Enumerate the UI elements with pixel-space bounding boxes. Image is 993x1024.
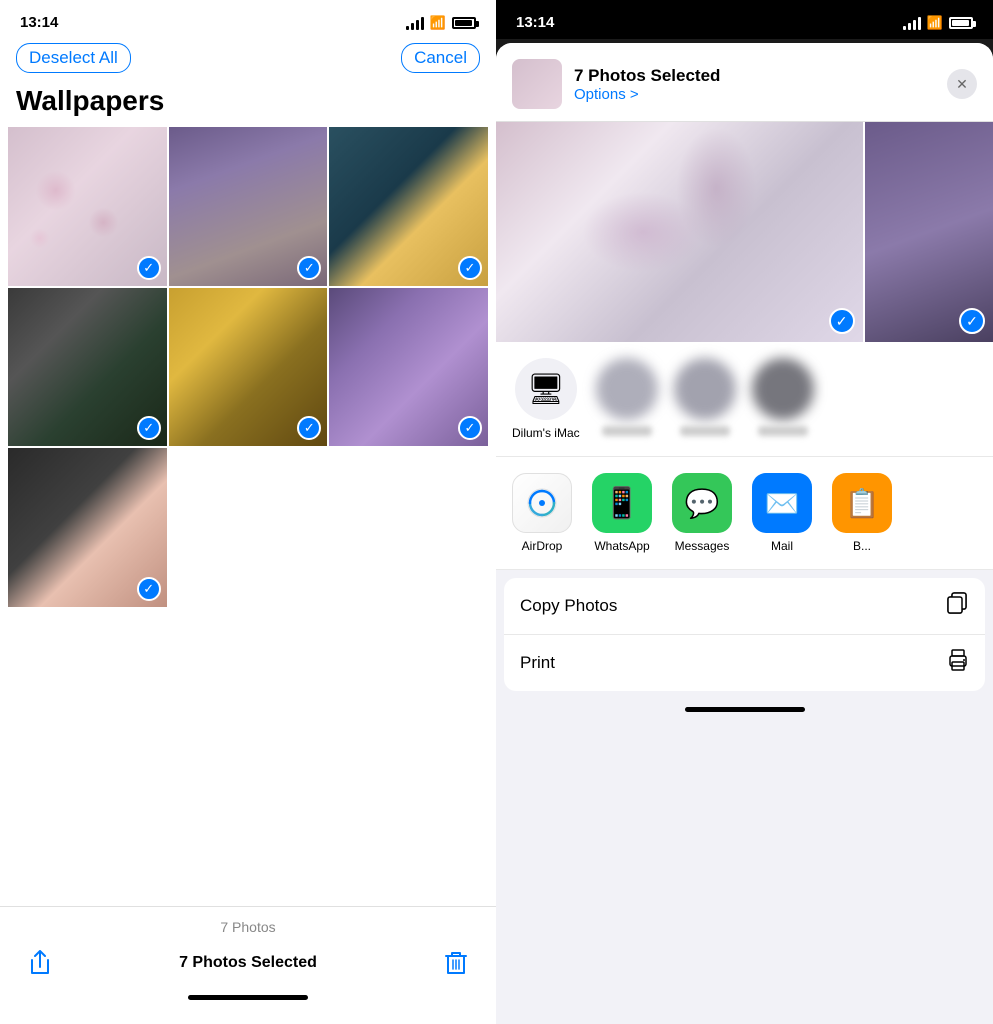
check-badge-5: ✓: [297, 416, 321, 440]
photo-cell-1[interactable]: ✓: [8, 127, 167, 286]
share-icon: [29, 950, 51, 976]
app-item-mail[interactable]: ✉️ Mail: [752, 473, 812, 553]
share-sheet: 7 Photos Selected Options > ✕ ✓ ✓ 🖥 Dilu…: [496, 43, 993, 1024]
airdrop-contacts-section: 🖥 Dilum's iMac: [496, 342, 993, 457]
right-battery-icon: [949, 17, 973, 29]
print-label: Print: [520, 653, 555, 673]
delete-button[interactable]: [436, 943, 476, 983]
right-status-bar: 13:14 📶: [496, 0, 993, 39]
share-button[interactable]: [20, 943, 60, 983]
check-badge-3: ✓: [458, 256, 482, 280]
share-thumbnail: [512, 59, 562, 109]
print-icon: [947, 649, 969, 677]
preview-check-1: ✓: [829, 308, 855, 334]
close-share-button[interactable]: ✕: [947, 69, 977, 99]
left-time: 13:14: [20, 14, 58, 31]
right-signal-icon: [903, 16, 921, 30]
signal-icon: [406, 16, 424, 30]
copy-photos-label: Copy Photos: [520, 596, 617, 616]
photo-cell-2[interactable]: ✓: [169, 127, 328, 286]
left-panel: 13:14 📶 Deselect All Cancel Wallpapers ✓…: [0, 0, 496, 1024]
left-status-bar: 13:14 📶: [0, 0, 496, 39]
wifi-icon: 📶: [430, 15, 446, 31]
copy-photos-action[interactable]: Copy Photos: [504, 578, 985, 635]
blurred-label-2: [680, 426, 730, 436]
right-panel: 13:14 📶 7 Photos Selected Options > ✕ ✓: [496, 0, 993, 1024]
blurred-avatar-3: [752, 358, 814, 420]
app-share-row: AirDrop 📱 WhatsApp 💬 Messages ✉️ Mail: [496, 457, 993, 570]
airdrop-swirl-icon: [526, 487, 558, 519]
messages-icon: 💬: [685, 487, 720, 520]
imac-icon: 🖥: [515, 358, 577, 420]
bottom-bar: 7 Photos 7 Photos Selected: [0, 906, 496, 1024]
share-selected-count: 7 Photos Selected: [574, 66, 935, 86]
deselect-all-button[interactable]: Deselect All: [16, 43, 131, 73]
preview-photo-secondary: ✓: [865, 122, 993, 342]
share-options-button[interactable]: Options >: [574, 86, 935, 103]
check-badge-4: ✓: [137, 416, 161, 440]
selected-count-label: 7 Photos Selected: [60, 954, 436, 972]
app-item-more[interactable]: 📋 B...: [832, 473, 892, 553]
right-time: 13:14: [516, 14, 554, 31]
blurred-avatar-1: [596, 358, 658, 420]
app-item-whatsapp[interactable]: 📱 WhatsApp: [592, 473, 652, 553]
left-status-icons: 📶: [406, 15, 476, 31]
more-label: B...: [853, 539, 871, 553]
blurred-label-1: [602, 426, 652, 436]
mail-label: Mail: [771, 539, 793, 553]
print-action[interactable]: Print: [504, 635, 985, 691]
photo-cell-7[interactable]: ✓: [8, 448, 167, 607]
share-header: 7 Photos Selected Options > ✕: [496, 43, 993, 122]
preview-strip: ✓ ✓: [496, 122, 993, 342]
right-status-icons: 📶: [903, 15, 973, 31]
page-title: Wallpapers: [0, 81, 496, 127]
blurred-contact-2[interactable]: [674, 358, 736, 440]
check-badge-1: ✓: [137, 256, 161, 280]
top-bar: Deselect All Cancel: [0, 39, 496, 81]
blurred-contact-3[interactable]: [752, 358, 814, 440]
right-home-indicator: [685, 707, 805, 712]
share-info: 7 Photos Selected Options >: [574, 66, 935, 103]
blurred-contact-1[interactable]: [596, 358, 658, 440]
close-icon: ✕: [956, 76, 968, 93]
preview-check-2: ✓: [959, 308, 985, 334]
whatsapp-icon: 📱: [603, 486, 640, 521]
mail-app-icon: ✉️: [752, 473, 812, 533]
photo-cell-6[interactable]: ✓: [329, 288, 488, 447]
home-indicator: [188, 995, 308, 1000]
copy-photos-icon: [947, 592, 969, 614]
photo-cell-5[interactable]: ✓: [169, 288, 328, 447]
device-label-imac: Dilum's iMac: [512, 426, 580, 440]
photos-count: 7 Photos: [220, 919, 275, 935]
right-wifi-icon: 📶: [927, 15, 943, 31]
trash-icon: [445, 950, 467, 976]
photo-cell-3[interactable]: ✓: [329, 127, 488, 286]
messages-label: Messages: [675, 539, 730, 553]
whatsapp-app-icon: 📱: [592, 473, 652, 533]
cancel-button[interactable]: Cancel: [401, 43, 480, 73]
photo-cell-4[interactable]: ✓: [8, 288, 167, 447]
check-badge-2: ✓: [297, 256, 321, 280]
airdrop-label: AirDrop: [522, 539, 563, 553]
check-badge-6: ✓: [458, 416, 482, 440]
photo-grid: ✓ ✓ ✓ ✓ ✓ ✓ ✓: [8, 127, 488, 607]
preview-photo-main: ✓: [496, 122, 863, 342]
battery-icon: [452, 17, 476, 29]
blurred-avatar-2: [674, 358, 736, 420]
more-icon: 📋: [845, 487, 880, 520]
airdrop-device-imac[interactable]: 🖥 Dilum's iMac: [512, 358, 580, 440]
whatsapp-label: WhatsApp: [594, 539, 649, 553]
action-list: Copy Photos Print: [504, 578, 985, 691]
printer-icon: [947, 649, 969, 671]
bottom-actions: 7 Photos Selected: [20, 943, 476, 983]
app-item-messages[interactable]: 💬 Messages: [672, 473, 732, 553]
more-app-icon: 📋: [832, 473, 892, 533]
app-item-airdrop[interactable]: AirDrop: [512, 473, 572, 553]
blurred-label-3: [758, 426, 808, 436]
copy-icon: [947, 592, 969, 620]
airdrop-app-icon: [512, 473, 572, 533]
check-badge-7: ✓: [137, 577, 161, 601]
messages-app-icon: 💬: [672, 473, 732, 533]
mail-icon: ✉️: [765, 487, 800, 520]
